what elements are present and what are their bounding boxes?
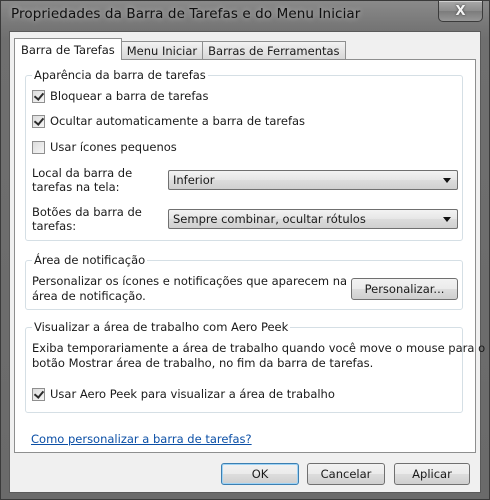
title-bar[interactable]: Propriedades da Barra de Tarefas e do Me… [1,1,489,29]
tab-toolbars[interactable]: Barras de Ferramentas [202,41,346,60]
tab-panel-taskbar: Aparência da barra de tarefas Bloquear a… [14,59,485,453]
close-icon: X [455,3,466,19]
taskbar-location-select[interactable]: Inferior [168,170,458,190]
appearance-group: Aparência da barra de tarefas Bloquear a… [25,68,463,241]
autohide-label: Ocultar automaticamente a barra de taref… [50,114,306,128]
notification-group: Área de notificação Personalizar os ícon… [25,253,463,310]
chevron-down-icon [443,216,451,222]
lock-taskbar-row[interactable]: Bloquear a barra de tarefas [32,89,208,103]
aero-peek-group: Visualizar a área de trabalho com Aero P… [25,320,485,413]
aero-peek-description: Exiba temporariamente a área de trabalho… [32,341,486,370]
small-icons-row[interactable]: Usar ícones pequenos [32,140,177,154]
small-icons-label: Usar ícones pequenos [50,140,177,154]
use-aero-peek-row[interactable]: Usar Aero Peek para visualizar a área de… [32,387,335,401]
tab-start-menu[interactable]: Menu Iniciar [120,41,204,60]
ok-button[interactable]: OK [221,463,299,485]
dialog-window: Propriedades da Barra de Tarefas e do Me… [0,0,490,500]
aero-peek-group-label: Visualizar a área de trabalho com Aero P… [32,320,291,334]
use-aero-peek-checkbox[interactable] [32,387,45,401]
tab-taskbar[interactable]: Barra de Tarefas [14,38,122,60]
chevron-down-icon [443,177,451,183]
autohide-checkbox[interactable] [32,114,45,128]
taskbar-buttons-label: Botões da barra de tarefas: [32,205,142,233]
window-title: Propriedades da Barra de Tarefas e do Me… [11,6,361,22]
taskbar-location-label: Local da barra de tarefas na tela: [32,166,133,194]
close-button[interactable]: X [438,1,483,22]
taskbar-buttons-value: Sempre combinar, ocultar rótulos [173,212,366,226]
notification-group-label: Área de notificação [32,253,148,267]
appearance-group-label: Aparência da barra de tarefas [32,68,208,82]
lock-taskbar-label: Bloquear a barra de tarefas [50,89,209,103]
notification-description: Personalizar os ícones e notificações qu… [32,274,348,303]
cancel-button[interactable]: Cancelar [307,463,385,485]
tab-strip: Barra de Tarefas Menu Iniciar Barras de … [14,38,346,60]
customize-notifications-button[interactable]: Personalizar... [351,278,458,300]
use-aero-peek-label: Usar Aero Peek para visualizar a área de… [50,387,335,401]
help-link[interactable]: Como personalizar a barra de tarefas? [31,432,252,446]
autohide-row[interactable]: Ocultar automaticamente a barra de taref… [32,114,305,128]
taskbar-buttons-select[interactable]: Sempre combinar, ocultar rótulos [168,209,458,229]
taskbar-location-value: Inferior [173,173,215,187]
dialog-client-area: Barra de Tarefas Menu Iniciar Barras de … [9,31,485,493]
small-icons-checkbox[interactable] [32,140,45,154]
lock-taskbar-checkbox[interactable] [32,89,45,103]
apply-button[interactable]: Aplicar [394,463,470,485]
